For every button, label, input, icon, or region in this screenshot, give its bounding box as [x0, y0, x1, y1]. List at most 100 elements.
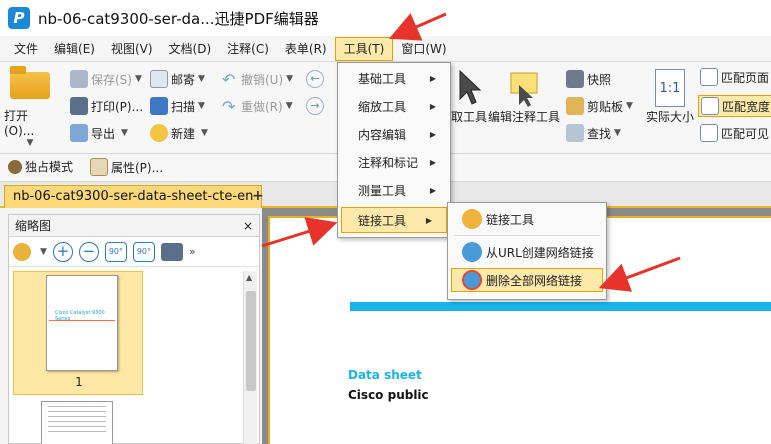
menu-content-edit[interactable]: 内容编辑 ▶	[338, 121, 450, 149]
save-button[interactable]: 保存(S) ▼	[70, 70, 142, 88]
find-button[interactable]: 查找 ▼	[566, 124, 621, 142]
print-button[interactable]: 打印(P)...	[70, 97, 143, 115]
actual-size-button[interactable]: 1:1 实际大小	[646, 68, 694, 125]
clipboard-label: 剪贴板	[587, 99, 624, 114]
chevron-down-icon[interactable]: ▼	[40, 247, 47, 257]
thumbnail-toolbar: ▼ + − 90° 90° »	[9, 237, 259, 267]
properties-icon	[90, 158, 108, 176]
overflow-chevron-icon[interactable]: »	[189, 245, 196, 258]
doc-sublabel: Cisco public	[348, 388, 429, 402]
undo-button[interactable]: ↶ 撤销(U) ▼	[222, 70, 293, 89]
exclusive-mode-label: 独占模式	[25, 160, 74, 174]
edit-annotation-label: 编辑注释工具	[488, 110, 561, 124]
fit-page-button[interactable]: 匹配页面	[700, 68, 769, 86]
thumbnail-line	[48, 416, 106, 417]
zoom-out-icon[interactable]: −	[78, 241, 99, 262]
rotate-right-icon[interactable]: 90°	[132, 241, 155, 262]
printer-icon	[70, 97, 88, 115]
menu-zoom-tools[interactable]: 缩放工具 ▶	[338, 93, 450, 121]
menu-edit[interactable]: 编辑(E)	[46, 37, 103, 61]
menu-file[interactable]: 文件	[6, 37, 46, 61]
add-tab-button[interactable]: +	[252, 188, 264, 204]
menu-item-label: 链接工具	[358, 214, 407, 228]
menu-document[interactable]: 文档(D)	[161, 37, 220, 61]
menu-item-label: 注释和标记	[358, 156, 419, 170]
open-button[interactable]: 打开(O)... ▼	[4, 66, 56, 148]
menu-form[interactable]: 表单(R)	[277, 37, 335, 61]
menu-annotate-markup[interactable]: 注释和标记 ▶	[338, 149, 450, 177]
menu-item-label: 缩放工具	[358, 100, 407, 114]
new-label: 新建	[171, 126, 196, 141]
menu-measure-tools[interactable]: 测量工具 ▶	[338, 177, 450, 205]
thumbnail-line	[48, 431, 106, 432]
snapshot-button[interactable]: 快照	[566, 70, 611, 88]
chevron-down-icon: ▼	[26, 138, 34, 148]
scan-button[interactable]: 扫描 ▼	[150, 97, 205, 115]
fit-visible-label: 匹配可见	[721, 126, 770, 141]
submenu-remove-all-web-links[interactable]: 删除全部网络链接	[451, 268, 603, 292]
crown-icon	[8, 159, 22, 174]
link-icon	[462, 209, 482, 229]
page-header-band	[350, 302, 771, 311]
window-title: nb-06-cat9300-ser-da...迅捷PDF编辑器	[38, 9, 319, 28]
export-button[interactable]: 导出 ▼	[70, 124, 128, 142]
menu-basic-tools[interactable]: 基础工具 ▶	[338, 65, 450, 93]
email-label: 邮寄	[171, 72, 196, 87]
scrollbar-thumb[interactable]	[246, 291, 256, 391]
fit-visible-icon	[700, 124, 718, 142]
submenu-separator	[454, 235, 600, 236]
thumbnail-page-1[interactable]: Cisco Catalyst 9300 Series 1	[13, 271, 143, 395]
submenu-create-web-links[interactable]: 从URL创建网络链接	[448, 238, 606, 266]
menu-link-tools[interactable]: 链接工具 ▶	[341, 207, 447, 233]
chevron-right-icon: ▶	[429, 186, 436, 195]
thumbnail-line	[48, 426, 106, 427]
find-label: 查找	[587, 126, 612, 141]
chevron-right-icon: ▶	[429, 158, 436, 167]
submenu-link-tool[interactable]: 链接工具	[448, 205, 606, 233]
export-label: 导出	[91, 126, 116, 141]
thumbnail-page-number: 1	[75, 375, 83, 389]
thumbnail-panel-title: 缩略图	[15, 219, 52, 233]
printer-icon[interactable]	[160, 242, 183, 261]
one-to-one-text: 1:1	[655, 69, 685, 107]
redo-icon: ↷	[222, 97, 236, 116]
select-tool-label: 取工具	[450, 110, 487, 124]
fit-width-button[interactable]: 匹配宽度	[698, 95, 771, 117]
thumbnail-scrollbar[interactable]: ▲	[243, 271, 257, 444]
redo-button[interactable]: ↷ 重做(R) ▼	[222, 97, 293, 116]
rotate-left-icon[interactable]: 90°	[104, 241, 127, 262]
chevron-right-icon: ▶	[429, 102, 436, 111]
thumbnail-page-2[interactable]	[41, 401, 113, 444]
globe-icon	[462, 242, 482, 262]
document-tab[interactable]: nb-06-cat9300-ser-data-sheet-cte-en	[4, 185, 263, 208]
chevron-down-icon: ▼	[134, 74, 142, 84]
clipboard-button[interactable]: 剪贴板 ▼	[566, 97, 633, 115]
thumbnail-line	[48, 421, 106, 422]
back-button[interactable]: ←	[306, 70, 327, 88]
edit-annotation-tool-button[interactable]: 编辑注释工具	[488, 68, 560, 125]
forward-button[interactable]: →	[306, 97, 327, 115]
close-icon[interactable]: ×	[243, 219, 253, 233]
new-button[interactable]: 新建 ▼	[150, 124, 208, 142]
title-bar: P nb-06-cat9300-ser-da...迅捷PDF编辑器	[0, 0, 771, 36]
export-icon	[70, 124, 88, 142]
menu-tools[interactable]: 工具(T)	[334, 36, 394, 61]
exclusive-mode-button[interactable]: 独占模式	[8, 158, 73, 175]
app-logo-icon: P	[8, 7, 30, 29]
menu-view[interactable]: 视图(V)	[103, 37, 161, 61]
gear-icon[interactable]	[13, 242, 31, 261]
folder-icon	[10, 66, 50, 99]
fit-visible-button[interactable]: 匹配可见	[700, 124, 769, 142]
thumbnail-line	[48, 411, 106, 412]
menu-window[interactable]: 窗口(W)	[393, 37, 454, 61]
scan-label: 扫描	[171, 99, 196, 114]
camera-icon	[566, 70, 584, 88]
chevron-down-icon: ▼	[626, 101, 633, 111]
properties-button[interactable]: 属性(P)...	[90, 158, 163, 176]
chevron-right-icon: ▶	[425, 216, 432, 225]
zoom-in-icon[interactable]: +	[52, 241, 73, 262]
scroll-up-icon[interactable]: ▲	[246, 273, 252, 282]
menu-comment[interactable]: 注释(C)	[219, 37, 277, 61]
email-button[interactable]: 邮寄 ▼	[150, 70, 205, 88]
select-tool-button[interactable]: 取工具	[450, 68, 488, 125]
